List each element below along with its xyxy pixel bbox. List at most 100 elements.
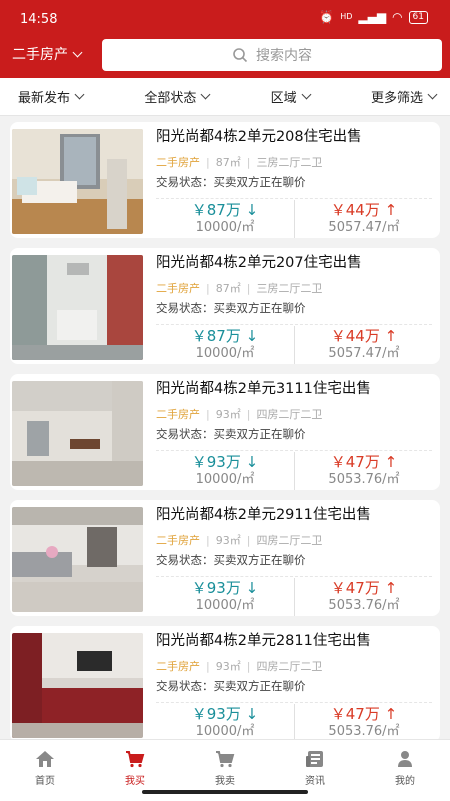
tab-label: 首页 (35, 776, 55, 787)
listing-meta: 二手房产 | 87㎡ | 三房二厅二卫 (156, 155, 323, 170)
chevron-down-icon (72, 47, 83, 57)
price-box-low: ￥87万 ↓ 10000/㎡ (156, 200, 294, 238)
listing-photo (12, 129, 143, 234)
listing-photo (12, 255, 143, 360)
filter-status[interactable]: 全部状态 (144, 87, 211, 106)
listing-card[interactable]: 阳光尚都4栋2单元2811住宅出售 二手房产 | 93㎡ | 四房二厅二卫 交易状态… (10, 626, 440, 739)
unit-price-high: 5057.47/㎡ (328, 220, 400, 235)
listing-photo (12, 381, 143, 486)
listing-card[interactable]: 阳光尚都4栋2单元2911住宅出售 二手房产 | 93㎡ | 四房二厅二卫 交易状态… (10, 500, 440, 616)
listing-card[interactable]: 阳光尚都4栋2单元207住宅出售 二手房产 | 87㎡ | 三房二厅二卫 交易状态：… (10, 248, 440, 364)
filter-label: 更多筛选 (370, 91, 423, 106)
battery-icon: 61 (408, 10, 428, 24)
price-low: ￥93万 (191, 705, 241, 723)
price-low: ￥87万 (191, 327, 241, 345)
alarm-icon: ⏰ (319, 10, 335, 24)
person-icon (398, 751, 412, 767)
filter-label: 全部状态 (144, 91, 197, 106)
unit-price-high: 5053.76/㎡ (328, 598, 400, 613)
listing-photo (12, 507, 143, 612)
arrow-up-icon: ↑ (384, 453, 398, 471)
trade-status: 交易状态：买卖双方正在聊价 (156, 553, 306, 567)
status-bar: 14:58 ⏰ HD ▂▄▆ ◠ 61 (0, 0, 450, 36)
trade-status: 交易状态：买卖双方正在聊价 (156, 427, 306, 441)
status-time: 14:58 (20, 12, 58, 27)
divider (156, 702, 432, 703)
listing-title: 阳光尚都4栋2单元207住宅出售 (156, 255, 362, 271)
listing-title: 阳光尚都4栋2单元3111住宅出售 (156, 381, 371, 397)
arrow-down-icon: ↓ (245, 579, 259, 597)
news-icon (306, 751, 323, 767)
price-box-high: ￥47万 ↑ 5053.76/㎡ (294, 452, 433, 490)
listing-area: 87㎡ (215, 156, 241, 169)
listing-layout: 三房二厅二卫 (256, 156, 323, 169)
tab-label: 我买 (125, 776, 145, 787)
price-box-high: ￥47万 ↑ 5053.76/㎡ (294, 704, 433, 739)
tab-label: 我卖 (215, 776, 235, 787)
listing-card[interactable]: 阳光尚都4栋2单元208住宅出售 二手房产 | 87㎡ | 三房二厅二卫 交易状态：… (10, 122, 440, 238)
listing-layout: 三房二厅二卫 (256, 282, 323, 295)
price-box-low: ￥87万 ↓ 10000/㎡ (156, 326, 294, 364)
listing-type: 二手房产 (156, 156, 200, 169)
city-selector[interactable]: 二手房产 (12, 44, 83, 64)
price-box-high: ￥44万 ↑ 5057.47/㎡ (294, 326, 433, 364)
arrow-down-icon: ↓ (245, 705, 259, 723)
wifi-icon: ◠ (392, 10, 403, 24)
listing-meta: 二手房产 | 87㎡ | 三房二厅二卫 (156, 281, 323, 296)
filter-label: 区域 (270, 91, 297, 106)
filter-region[interactable]: 区域 (270, 87, 312, 106)
price-high: ￥47万 (330, 453, 380, 471)
price-low: ￥93万 (191, 453, 241, 471)
chevron-down-icon (427, 89, 438, 100)
tab-home[interactable]: 首页 (0, 740, 90, 801)
price-box-low: ￥93万 ↓ 10000/㎡ (156, 578, 294, 616)
listing-area: 87㎡ (215, 282, 241, 295)
chevron-down-icon (74, 89, 85, 100)
listing-title: 阳光尚都4栋2单元2811住宅出售 (156, 633, 371, 649)
unit-price-low: 10000/㎡ (195, 220, 255, 235)
search-input[interactable]: 搜索内容 (102, 39, 442, 71)
trade-status: 交易状态：买卖双方正在聊价 (156, 175, 306, 189)
price-box-high: ￥44万 ↑ 5057.47/㎡ (294, 200, 433, 238)
listing-area: 93㎡ (215, 534, 241, 547)
price-box-low: ￥93万 ↓ 10000/㎡ (156, 704, 294, 739)
unit-price-low: 10000/㎡ (195, 598, 255, 613)
filter-latest[interactable]: 最新发布 (18, 87, 85, 106)
trade-status: 交易状态：买卖双方正在聊价 (156, 301, 306, 315)
divider (156, 450, 432, 451)
city-label: 二手房产 (12, 47, 68, 63)
listing-meta: 二手房产 | 93㎡ | 四房二厅二卫 (156, 659, 323, 674)
unit-price-low: 10000/㎡ (195, 724, 255, 739)
listing-title: 阳光尚都4栋2单元2911住宅出售 (156, 507, 371, 523)
home-icon (36, 751, 54, 767)
price-high: ￥44万 (330, 327, 380, 345)
price-box-high: ￥47万 ↑ 5053.76/㎡ (294, 578, 433, 616)
listing-layout: 四房二厅二卫 (256, 660, 323, 673)
listing-meta: 二手房产 | 93㎡ | 四房二厅二卫 (156, 407, 323, 422)
filter-bar: 最新发布 全部状态 区域 更多筛选 (0, 78, 450, 116)
divider (156, 576, 432, 577)
listing-layout: 四房二厅二卫 (256, 408, 323, 421)
tab-mine[interactable]: 我的 (360, 740, 450, 801)
filter-label: 最新发布 (18, 91, 71, 106)
unit-price-high: 5053.76/㎡ (328, 724, 400, 739)
arrow-up-icon: ↑ (384, 579, 398, 597)
arrow-down-icon: ↓ (245, 201, 259, 219)
app-header: 14:58 ⏰ HD ▂▄▆ ◠ 61 二手房产 搜索内容 (0, 0, 450, 78)
listing-list: 阳光尚都4栋2单元208住宅出售 二手房产 | 87㎡ | 三房二厅二卫 交易状态：… (0, 116, 450, 739)
listing-type: 二手房产 (156, 408, 200, 421)
price-high: ￥47万 (330, 705, 380, 723)
network-label: HD (340, 12, 353, 21)
listing-meta: 二手房产 | 93㎡ | 四房二厅二卫 (156, 533, 323, 548)
arrow-up-icon: ↑ (384, 327, 398, 345)
listing-title: 阳光尚都4栋2单元208住宅出售 (156, 129, 362, 145)
filter-more[interactable]: 更多筛选 (370, 87, 438, 106)
listing-area: 93㎡ (215, 408, 241, 421)
tab-label: 资讯 (305, 776, 325, 787)
cart-icon (126, 751, 145, 768)
listing-layout: 四房二厅二卫 (256, 534, 323, 547)
chevron-down-icon (301, 89, 312, 100)
listing-card[interactable]: 阳光尚都4栋2单元3111住宅出售 二手房产 | 93㎡ | 四房二厅二卫 交易状态… (10, 374, 440, 490)
home-indicator (142, 790, 308, 794)
arrow-up-icon: ↑ (384, 705, 398, 723)
